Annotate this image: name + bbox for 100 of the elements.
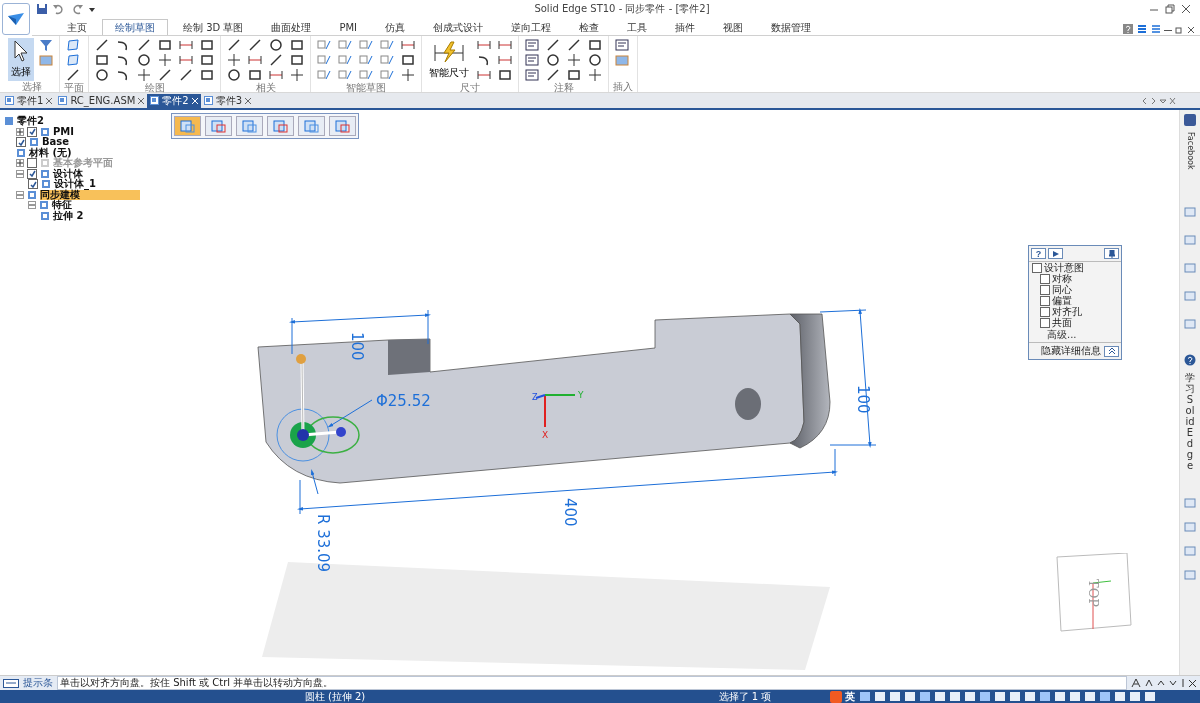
tree-node-icon [4,116,14,127]
ribbon-tool-button[interactable] [496,68,514,82]
tree-node-icon [40,126,50,137]
ribbon-tool-button[interactable] [93,68,111,82]
ribbon-tab[interactable]: 绘制草图 [102,19,168,35]
ribbon-tool-button[interactable] [246,68,264,82]
checkbox[interactable] [28,179,38,190]
view-tool-button[interactable] [267,116,294,136]
filter-icon [39,38,53,52]
checkbox[interactable] [1040,317,1050,328]
chevron-down-icon [1169,680,1177,686]
checkbox[interactable] [27,126,37,137]
dimension-icon [477,38,491,52]
view-style-icon [209,119,228,133]
circle-icon [137,53,151,67]
ribbon-group-label: 绘图 [143,82,166,93]
panel-icon [1184,233,1196,246]
ribbon-tool-button[interactable] [544,53,562,67]
ribbon-group-label: 选择 [20,81,43,92]
ribbon-large-button[interactable]: 选择 [8,38,34,81]
circle-icon [546,53,560,67]
document-tab[interactable]: 零件2 [147,93,201,108]
hide-details-label[interactable]: 隐藏详细信息 [1041,344,1101,358]
dimension-icon [498,38,512,52]
ribbon-tool-button[interactable] [399,53,417,67]
checkbox[interactable] [1040,306,1050,317]
document-tab[interactable]: RC_ENG.ASM [55,93,148,108]
document-tab[interactable]: 零件3 [200,93,255,108]
line-icon [546,38,560,52]
expand-button[interactable] [16,127,24,136]
line-icon [269,53,283,67]
ribbon-tool-button[interactable] [267,38,285,52]
sidebar-tab[interactable]: Facebook [1185,132,1195,170]
pin-button[interactable] [1104,248,1119,259]
play-button[interactable] [1048,248,1063,259]
tree-item[interactable]: 同步建模 [40,189,140,200]
line-icon [137,38,151,52]
chevron-up-icon [1157,680,1165,686]
tree-item[interactable]: 材料 (无) [29,147,72,158]
advanced-link[interactable]: 高级... [1029,329,1077,340]
sidebar-tab[interactable]: 学习 Solid Edge [1185,371,1195,471]
checkbox[interactable] [1040,295,1050,306]
ribbon-tool-button[interactable] [135,53,153,67]
dimension-text: 400 [561,498,579,527]
checkbox[interactable] [1032,262,1042,273]
input-mode-indicator[interactable]: 英 [845,689,855,703]
ribbon-tool-button[interactable] [288,53,306,67]
ribbon-tool-button[interactable] [586,53,604,67]
close-icon [191,97,198,104]
view-style-icon [240,119,259,133]
ribbon-large-button[interactable]: 智能尺寸 [426,38,472,82]
ribbon-tool-button[interactable] [565,68,583,82]
part-icon [58,96,68,105]
line-icon [248,38,262,52]
checkbox-line-icon [317,68,331,82]
arc-icon [477,53,491,67]
ribbon-tool-button[interactable] [198,53,216,67]
crosshair-icon [137,68,151,82]
status-text: 选择了 1 项 [717,689,773,703]
checkbox[interactable] [27,168,37,179]
ribbon-tool-button[interactable] [288,38,306,52]
ribbon-tool-button[interactable] [586,38,604,52]
dropdown-icon [88,5,96,14]
ribbon-tool-button[interactable] [225,68,243,82]
part-icon [5,96,14,105]
ribbon-tool-button[interactable] [93,53,111,67]
rectangle-icon [200,68,214,82]
rectangle-icon [588,38,602,52]
ribbon-tool-button[interactable] [198,68,216,82]
checkbox-line-icon [317,38,331,52]
crosshair-icon [588,68,602,82]
tree-item[interactable]: Base [42,137,70,148]
tree-item[interactable]: 特征 [52,200,72,211]
tree-item[interactable]: 设计体 [53,168,83,179]
save-icon [36,3,48,16]
double-chevron-icon [1107,347,1116,355]
close-icon [138,97,145,104]
help-button[interactable]: ? [1031,248,1046,259]
checkbox[interactable] [16,137,26,148]
checkbox-line-icon [338,53,352,67]
application-button[interactable] [2,3,30,35]
picture-icon [615,53,629,67]
checkbox[interactable] [1040,284,1050,295]
tree-item[interactable]: PMI [53,126,74,137]
ribbon-tool-button[interactable] [198,38,216,52]
view-tool-button[interactable] [329,116,356,136]
tree-item[interactable]: 设计体_1 [54,179,96,190]
ribbon-tool-button[interactable] [156,38,174,52]
tree-item[interactable]: 零件2 [17,116,44,127]
rectangle-icon [498,68,512,82]
leader-line [311,469,319,495]
document-tab[interactable]: 零件1 [2,93,56,108]
view-tool-button[interactable] [205,116,232,136]
ribbon-group-label: 尺寸 [459,82,481,93]
checkbox-line-icon [338,38,352,52]
crosshair-icon [158,53,172,67]
checkbox[interactable] [1040,273,1050,284]
collapse-button[interactable] [1104,345,1119,357]
tree-item[interactable]: 拉伸 2 [53,210,84,221]
panel-icon [1184,317,1196,330]
